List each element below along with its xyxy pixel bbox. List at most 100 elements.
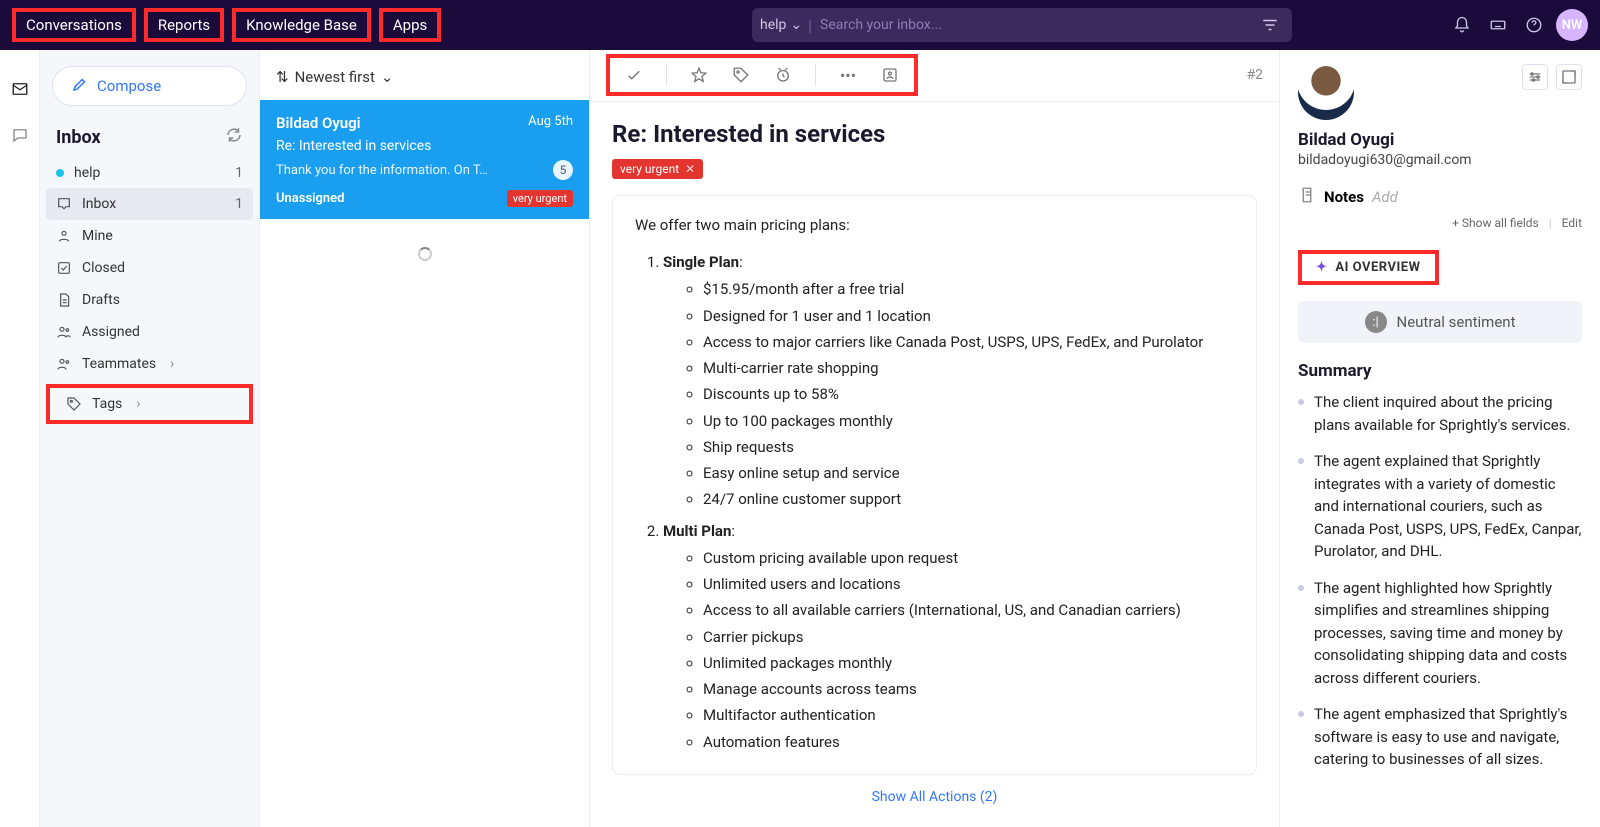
reader-action-bar: ••• bbox=[606, 54, 918, 96]
list-item: Carrier pickups bbox=[703, 626, 1234, 649]
tag-icon[interactable] bbox=[731, 66, 751, 84]
sidebar-folder-closed[interactable]: Closed bbox=[40, 252, 259, 284]
chevron-right-icon: › bbox=[136, 396, 140, 412]
profile-avatar[interactable]: NW bbox=[1556, 9, 1588, 41]
refresh-icon[interactable] bbox=[225, 126, 243, 148]
summary-list: The client inquired about the pricing pl… bbox=[1298, 391, 1582, 771]
nav-conversations[interactable]: Conversations bbox=[12, 8, 136, 42]
help-icon[interactable] bbox=[1520, 11, 1548, 39]
neutral-face-icon: :| bbox=[1365, 311, 1387, 333]
list-item: The agent emphasized that Sprightly's so… bbox=[1298, 703, 1582, 771]
sidebar-folder-mine[interactable]: Mine bbox=[40, 220, 259, 252]
sidebar-folder-drafts[interactable]: Drafts bbox=[40, 284, 259, 316]
list-item: Easy online setup and service bbox=[703, 462, 1234, 485]
list-item: Multifactor authentication bbox=[703, 704, 1234, 727]
sidebar-mailbox-help[interactable]: help1 bbox=[40, 158, 259, 188]
conversation-preview: Thank you for the information. On T… bbox=[276, 163, 488, 178]
check-icon[interactable] bbox=[624, 66, 644, 84]
compose-button[interactable]: Compose bbox=[52, 66, 247, 106]
chevron-down-icon: ⌄ bbox=[381, 68, 394, 86]
search-input[interactable] bbox=[812, 17, 1256, 33]
conversation-subject: Re: Interested in services bbox=[276, 138, 573, 154]
filter-icon[interactable] bbox=[1256, 11, 1284, 39]
sentiment-badge: :| Neutral sentiment bbox=[1298, 301, 1582, 343]
list-item: Unlimited packages monthly bbox=[703, 652, 1234, 675]
nav-apps[interactable]: Apps bbox=[379, 8, 441, 42]
conversation-date: Aug 5th bbox=[528, 114, 573, 129]
assignment-status: Unassigned bbox=[276, 191, 345, 206]
settings-icon[interactable] bbox=[1522, 64, 1548, 90]
urgent-tag: very urgent bbox=[507, 190, 573, 207]
document-icon bbox=[56, 291, 72, 309]
summary-heading: Summary bbox=[1298, 361, 1582, 381]
status-dot-icon bbox=[56, 169, 64, 177]
sort-dropdown[interactable]: ⇅ Newest first ⌄ bbox=[260, 50, 589, 100]
list-item: Automation features bbox=[703, 731, 1234, 754]
list-item: Up to 100 packages monthly bbox=[703, 410, 1234, 433]
reader-pane: ••• #2 Re: Interested in services very u… bbox=[590, 50, 1280, 827]
sidebar-folder-inbox[interactable]: Inbox1 bbox=[46, 188, 253, 220]
sidebar-folder-teammates[interactable]: Teammates› bbox=[40, 348, 259, 380]
nav-knowledge-base[interactable]: Knowledge Base bbox=[232, 8, 371, 42]
top-bar: Conversations Reports Knowledge Base App… bbox=[0, 0, 1600, 50]
list-item: Access to all available carriers (Intern… bbox=[703, 599, 1234, 622]
list-item: $15.95/month after a free trial bbox=[703, 278, 1234, 301]
list-item: Discounts up to 58% bbox=[703, 383, 1234, 406]
contact-icon[interactable] bbox=[880, 66, 900, 84]
more-icon[interactable]: ••• bbox=[838, 66, 858, 85]
sparkle-icon: ✦ bbox=[1316, 260, 1327, 275]
list-item: Unlimited users and locations bbox=[703, 573, 1234, 596]
contact-avatar[interactable] bbox=[1298, 64, 1354, 120]
list-item: Access to major carriers like Canada Pos… bbox=[703, 331, 1234, 354]
search-scope-dropdown[interactable]: help⌄ bbox=[760, 17, 808, 33]
mail-icon[interactable] bbox=[11, 80, 29, 102]
conversation-list: ⇅ Newest first ⌄ Bildad Oyugi Aug 5th Re… bbox=[260, 50, 590, 827]
expand-icon[interactable] bbox=[1556, 64, 1582, 90]
show-all-fields-link[interactable]: + Show all fields bbox=[1452, 216, 1539, 230]
sidebar-folder-assigned[interactable]: Assigned bbox=[40, 316, 259, 348]
list-item: Manage accounts across teams bbox=[703, 678, 1234, 701]
list-item: The client inquired about the pricing pl… bbox=[1298, 391, 1582, 436]
list-item: 24/7 online customer support bbox=[703, 488, 1234, 511]
details-panel: Bildad Oyugi bildadoyugi630@gmail.com No… bbox=[1280, 50, 1600, 827]
nav-reports[interactable]: Reports bbox=[144, 8, 224, 42]
chevron-down-icon: ⌄ bbox=[790, 17, 802, 33]
notes-icon bbox=[1298, 186, 1316, 208]
search-container: help⌄ | bbox=[752, 8, 1292, 42]
tag-icon bbox=[66, 395, 82, 413]
sort-icon: ⇅ bbox=[276, 68, 289, 86]
inbox-icon bbox=[56, 195, 72, 213]
thread-title: Re: Interested in services bbox=[612, 120, 1257, 148]
chat-icon[interactable] bbox=[11, 126, 29, 148]
list-item: The agent highlighted how Sprightly simp… bbox=[1298, 577, 1582, 690]
sidebar: Compose Inbox help1 Inbox1 Mine Closed D… bbox=[40, 50, 260, 827]
message-intro: We offer two main pricing plans: bbox=[635, 214, 1234, 237]
inbox-heading: Inbox bbox=[56, 127, 101, 148]
bell-icon[interactable] bbox=[1448, 11, 1476, 39]
list-item: Designed for 1 user and 1 location bbox=[703, 305, 1234, 328]
chevron-right-icon: › bbox=[170, 356, 174, 372]
edit-link[interactable]: Edit bbox=[1562, 216, 1582, 230]
person-icon bbox=[56, 227, 72, 245]
message-body: We offer two main pricing plans: Single … bbox=[612, 195, 1257, 775]
list-item: Multi-carrier rate shopping bbox=[703, 357, 1234, 380]
people-icon bbox=[56, 323, 72, 341]
snooze-icon[interactable] bbox=[773, 66, 793, 84]
contact-email[interactable]: bildadoyugi630@gmail.com bbox=[1298, 152, 1582, 168]
conversation-item[interactable]: Bildad Oyugi Aug 5th Re: Interested in s… bbox=[260, 100, 589, 219]
list-item: The agent explained that Sprightly integ… bbox=[1298, 450, 1582, 563]
people-icon bbox=[56, 355, 72, 373]
keyboard-icon[interactable] bbox=[1484, 11, 1512, 39]
add-note-button[interactable]: Add bbox=[1372, 188, 1398, 206]
sidebar-tags[interactable]: Tags› bbox=[50, 388, 249, 420]
urgent-tag-pill[interactable]: very urgent ✕ bbox=[612, 159, 703, 179]
notes-label: Notes bbox=[1324, 188, 1364, 206]
list-item: Custom pricing available upon request bbox=[703, 547, 1234, 570]
left-rail bbox=[0, 50, 40, 827]
star-icon[interactable] bbox=[689, 66, 709, 84]
close-icon[interactable]: ✕ bbox=[685, 162, 695, 176]
loading-spinner-icon bbox=[418, 247, 432, 261]
ai-overview-heading[interactable]: ✦ AI OVERVIEW bbox=[1298, 250, 1439, 285]
checkbox-icon bbox=[56, 259, 72, 277]
show-all-actions-link[interactable]: Show All Actions (2) bbox=[612, 775, 1257, 811]
